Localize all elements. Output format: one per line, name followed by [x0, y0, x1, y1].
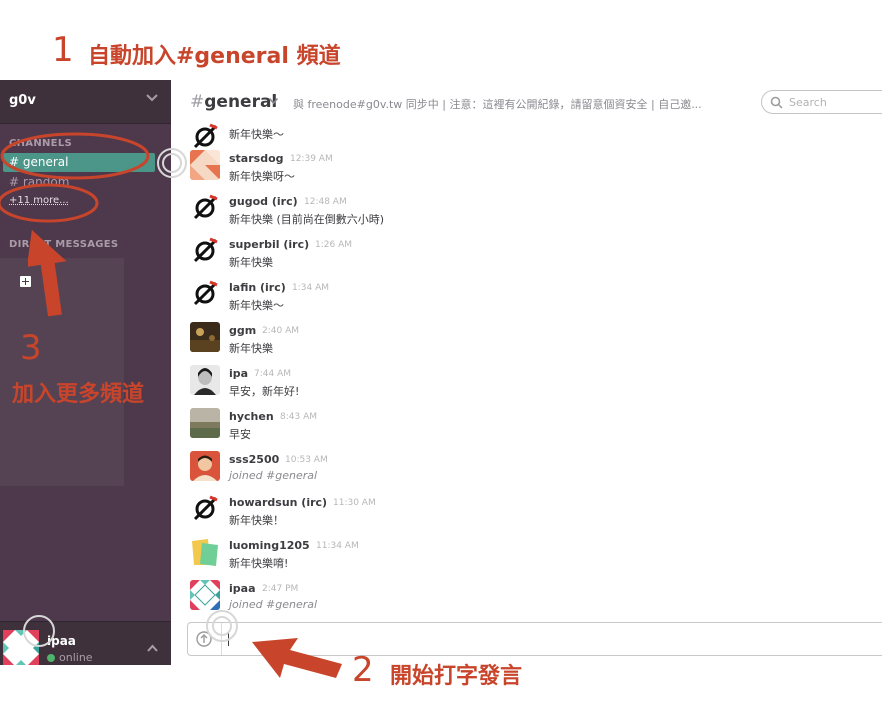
channel-topic: 與 freenode#g0v.tw 同步中 | 注意：這裡有公開紀錄，請留意個資… — [293, 98, 702, 111]
message-row[interactable]: sss2500 10:53 AM joined #general — [172, 447, 872, 487]
message-text: joined #general — [229, 469, 318, 482]
message-row[interactable]: ipaa 2:47 PM joined #general — [172, 576, 872, 616]
avatar[interactable] — [190, 408, 220, 438]
message-row[interactable]: luoming1205 11:34 AM 新年快樂唷! — [172, 533, 872, 573]
avatar[interactable] — [190, 322, 220, 352]
message-timestamp[interactable]: 2:40 AM — [262, 326, 299, 336]
presence-status: online — [59, 651, 93, 664]
message-author[interactable]: lafin (irc) — [229, 281, 286, 294]
annotation-arrow-left — [252, 638, 342, 678]
message-row[interactable]: superbil (irc) 1:26 AM 新年快樂 — [172, 232, 872, 272]
message-text: 新年快樂～ — [229, 128, 284, 141]
search-input[interactable] — [787, 93, 882, 111]
message-timestamp[interactable]: 12:39 AM — [290, 154, 333, 164]
chevron-down-icon[interactable] — [268, 97, 279, 105]
annotation-step1-number: 1 — [52, 30, 74, 70]
message-row[interactable]: starsdog 12:39 AM 新年快樂呀～ — [172, 146, 872, 186]
annotation-arrow-up — [28, 229, 67, 317]
sidebar: g0v CHANNELS # general # random +11 more… — [0, 80, 171, 665]
message-list: 新年快樂～ starsdog 12:39 AM 新年快樂呀～ gugod (irc) 12… — [172, 122, 882, 620]
message-timestamp[interactable]: 1:34 AM — [292, 283, 329, 293]
channel-title[interactable]: #general — [190, 92, 277, 112]
message-text: joined #general — [229, 598, 318, 611]
no-symbol-icon[interactable] — [190, 193, 220, 223]
message-text: 早安，新年好! — [229, 385, 300, 398]
message-text: 新年快樂 — [229, 342, 273, 355]
message-row[interactable]: hychen 8:43 AM 早安 — [172, 404, 872, 444]
avatar[interactable] — [190, 365, 220, 395]
message-author[interactable]: gugod (irc) — [229, 195, 298, 208]
channel-hash: # — [190, 92, 205, 112]
no-symbol-icon[interactable] — [190, 494, 220, 524]
annotation-highlight-ovals — [0, 132, 150, 223]
message-author[interactable]: superbil (irc) — [229, 238, 309, 251]
message-row[interactable]: ggm 2:40 AM 新年快樂 — [172, 318, 872, 358]
message-text: 新年快樂 — [229, 256, 273, 269]
annotation-step3-text: 加入更多頻道 — [12, 382, 145, 407]
message-timestamp[interactable]: 10:53 AM — [285, 455, 328, 465]
search-icon — [770, 96, 783, 109]
no-symbol-icon[interactable] — [190, 236, 220, 266]
channel-name: general — [204, 92, 278, 112]
presence-icon — [47, 654, 55, 662]
message-timestamp[interactable]: 11:34 AM — [316, 541, 359, 551]
message-row[interactable]: lafin (irc) 1:34 AM 新年快樂～ — [172, 275, 872, 315]
message-author[interactable]: ipa — [229, 367, 248, 380]
message-text: 新年快樂！ — [229, 514, 284, 527]
avatar[interactable] — [190, 580, 220, 610]
message-text: 新年快樂 (目前尚在倒數六小時) — [229, 213, 385, 226]
message-timestamp[interactable]: 11:30 AM — [333, 498, 376, 508]
message-timestamp[interactable]: 7:44 AM — [254, 369, 291, 379]
no-symbol-icon[interactable] — [190, 279, 220, 309]
message-text: 新年快樂呀～ — [229, 170, 295, 183]
chevron-up-icon — [147, 644, 158, 652]
avatar[interactable] — [190, 150, 220, 180]
message-text: 早安 — [229, 428, 251, 441]
message-author[interactable]: howardsun (irc) — [229, 496, 327, 509]
annotation-step2-number: 2 — [352, 650, 374, 690]
channel-header: #general 與 freenode#g0v.tw 同步中 | 注意：這裡有公… — [172, 80, 882, 122]
message-timestamp[interactable]: 8:43 AM — [280, 412, 317, 422]
message-author[interactable]: starsdog — [229, 152, 284, 165]
focus-ring-marker — [212, 616, 232, 636]
message-row[interactable]: howardsun (irc) 11:30 AM 新年快樂！ — [172, 490, 872, 530]
message-author[interactable]: ipaa — [229, 582, 256, 595]
message-author[interactable]: luoming1205 — [229, 539, 310, 552]
message-author[interactable]: hychen — [229, 410, 274, 423]
search-box[interactable] — [761, 90, 882, 114]
message-row[interactable]: ipa 7:44 AM 早安，新年好! — [172, 361, 872, 401]
annotation-step2-text: 開始打字發言 — [390, 664, 523, 689]
message-text: 新年快樂唷! — [229, 557, 289, 570]
annotation-step3-number: 3 — [20, 328, 42, 368]
message-author[interactable]: ggm — [229, 324, 256, 337]
avatar[interactable] — [190, 537, 220, 567]
message-text: 新年快樂～ — [229, 299, 284, 312]
message-timestamp[interactable]: 12:48 AM — [304, 197, 347, 207]
annotation-step1-text: 自動加入#general 頻道 — [88, 44, 341, 69]
message-timestamp[interactable]: 2:47 PM — [262, 584, 298, 594]
avatar[interactable] — [190, 451, 220, 481]
message-row[interactable]: gugod (irc) 12:48 AM 新年快樂 (目前尚在倒數六小時) — [172, 189, 872, 229]
message-timestamp[interactable]: 1:26 AM — [315, 240, 352, 250]
focus-ring-marker — [23, 615, 55, 647]
message-author[interactable]: sss2500 — [229, 453, 279, 466]
